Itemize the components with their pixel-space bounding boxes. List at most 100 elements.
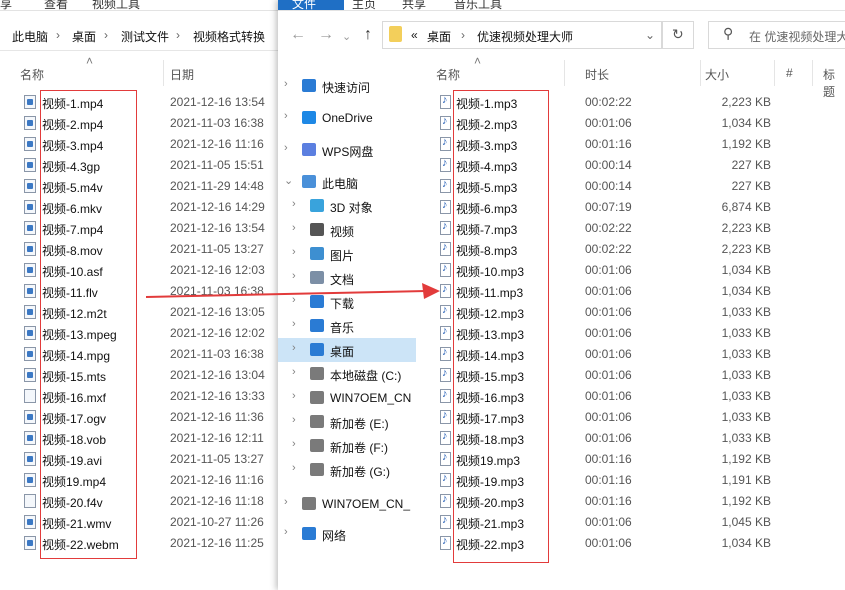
chevron-right-icon[interactable]: › xyxy=(284,526,288,538)
front-ribbon: 文件 主页 共享 音乐工具 xyxy=(278,0,845,11)
video-file-icon xyxy=(24,305,36,319)
chevron-right-icon[interactable]: › xyxy=(292,438,296,450)
address-overflow[interactable]: « xyxy=(411,28,418,42)
audio-file-icon xyxy=(440,346,451,361)
column-header-name[interactable]: 名称 xyxy=(20,66,44,83)
chevron-right-icon[interactable]: › xyxy=(284,142,288,154)
video-file-icon xyxy=(24,410,36,424)
chevron-right-icon[interactable]: › xyxy=(292,318,296,330)
nav-item[interactable]: › 新加卷 (E:) xyxy=(278,410,416,434)
address-item-desktop[interactable]: 桌面 xyxy=(427,28,451,45)
back-ribbon-tab-video-tools[interactable]: 视频工具 xyxy=(92,0,140,12)
chevron-right-icon[interactable]: › xyxy=(292,390,296,402)
address-item-folder[interactable]: 优速视频处理大师 xyxy=(477,28,573,45)
sort-up-icon: ˄ xyxy=(474,54,482,68)
audio-file-icon xyxy=(440,388,451,403)
forward-arrow-icon[interactable]: → xyxy=(318,26,334,44)
up-arrow-icon[interactable]: ↑ xyxy=(364,26,372,44)
file-length: 00:01:06 xyxy=(585,431,632,445)
file-length: 00:01:06 xyxy=(585,410,632,424)
ribbon-tab-music-tools[interactable]: 音乐工具 xyxy=(454,0,502,12)
column-header-size[interactable]: 大小 xyxy=(705,66,729,83)
ribbon-tab-home[interactable]: 主页 xyxy=(352,0,376,12)
nav-item[interactable]: › 桌面 xyxy=(278,338,416,362)
nav-item[interactable]: › 快速访问 xyxy=(278,74,416,98)
chevron-right-icon[interactable]: › xyxy=(292,366,296,378)
chevron-right-icon[interactable]: › xyxy=(284,496,288,508)
nav-item-label: WIN7OEM_CN xyxy=(330,391,412,405)
nav-item[interactable]: › 3D 对象 xyxy=(278,194,416,218)
column-header-number[interactable]: # xyxy=(786,66,793,80)
audio-file-icon xyxy=(440,94,451,109)
highlight-box-output xyxy=(453,90,549,563)
chevron-right-icon[interactable]: › xyxy=(292,342,296,354)
nav-item-label: 快速访问 xyxy=(322,81,371,95)
back-ribbon-tab-share[interactable]: 享 xyxy=(0,0,12,12)
file-length: 00:01:06 xyxy=(585,326,632,340)
breadcrumb-item-this-pc[interactable]: 此电脑 xyxy=(12,28,48,45)
nav-item[interactable]: ⌄ 此电脑 xyxy=(278,170,416,194)
file-date: 2021-11-05 13:27 xyxy=(170,242,264,256)
back-breadcrumb[interactable]: 此电脑 › 桌面 › 测试文件 › 视频格式转换 xyxy=(0,20,278,51)
file-date: 2021-12-16 12:11 xyxy=(170,431,264,445)
column-header-date[interactable]: 日期 xyxy=(170,66,194,83)
nav-item[interactable]: › WIN7OEM_CN xyxy=(278,386,416,410)
nav-item[interactable]: › WPS网盘 xyxy=(278,138,416,162)
chevron-right-icon: › xyxy=(461,28,465,42)
nav-item[interactable]: › OneDrive xyxy=(278,106,416,130)
ribbon-tab-file[interactable]: 文件 xyxy=(278,0,344,11)
breadcrumb-item-desktop[interactable]: 桌面 xyxy=(72,28,96,45)
file-size: 2,223 KB xyxy=(721,221,771,235)
column-header-name[interactable]: 名称 xyxy=(436,66,460,83)
nav-item-label: 桌面 xyxy=(330,345,355,359)
nav-item[interactable]: › WIN7OEM_CN_ xyxy=(278,492,416,516)
file-size: 1,033 KB xyxy=(721,305,771,319)
chevron-right-icon[interactable]: › xyxy=(292,414,296,426)
file-size: 1,034 KB xyxy=(721,116,771,130)
video-file-icon xyxy=(24,242,36,256)
ribbon-tab-share[interactable]: 共享 xyxy=(402,0,426,12)
file-size: 227 KB xyxy=(731,158,771,172)
file-date: 2021-12-16 11:16 xyxy=(170,137,264,151)
file-size: 1,034 KB xyxy=(721,536,771,550)
back-ribbon-tab-view[interactable]: 查看 xyxy=(44,0,68,12)
nav-item-label: 新加卷 (G:) xyxy=(330,465,390,479)
cloud-icon xyxy=(302,111,316,124)
desktop-icon xyxy=(310,343,324,356)
file-date: 2021-12-16 13:04 xyxy=(170,368,265,382)
file-length: 00:01:16 xyxy=(585,137,632,151)
chevron-right-icon[interactable]: › xyxy=(292,462,296,474)
back-arrow-icon[interactable]: ← xyxy=(290,26,306,44)
file-date: 2021-12-16 11:36 xyxy=(170,410,264,424)
chevron-right-icon[interactable]: › xyxy=(292,246,296,258)
cloud-icon xyxy=(302,143,316,156)
chevron-down-icon[interactable]: ⌄ xyxy=(645,28,655,42)
chevron-right-icon[interactable]: › xyxy=(292,222,296,234)
nav-item[interactable]: › 视频 xyxy=(278,218,416,242)
audio-file-icon xyxy=(440,325,451,340)
file-date: 2021-12-16 12:03 xyxy=(170,263,265,277)
chevron-right-icon[interactable]: › xyxy=(284,110,288,122)
highlight-box-source xyxy=(40,90,137,559)
file-length: 00:01:06 xyxy=(585,263,632,277)
drive-icon xyxy=(310,367,324,380)
nav-item[interactable]: › 音乐 xyxy=(278,314,416,338)
breadcrumb-item-video-convert[interactable]: 视频格式转换 xyxy=(193,28,265,45)
chevron-right-icon[interactable]: › xyxy=(284,78,288,90)
file-size: 1,192 KB xyxy=(721,452,771,466)
chevron-down-icon[interactable]: ⌄ xyxy=(342,30,351,43)
nav-item[interactable]: › 新加卷 (F:) xyxy=(278,434,416,458)
file-date: 2021-12-16 12:02 xyxy=(170,326,265,340)
chevron-right-icon[interactable]: › xyxy=(292,198,296,210)
breadcrumb-item-test-files[interactable]: 测试文件 xyxy=(121,28,169,45)
search-input[interactable]: ⚲ 在 优速视频处理大 xyxy=(708,21,845,49)
chevron-down-icon[interactable]: ⌄ xyxy=(284,174,293,187)
address-bar[interactable]: « 桌面 › 优速视频处理大师 ⌄ xyxy=(382,21,662,49)
file-length: 00:07:19 xyxy=(585,200,632,214)
nav-item[interactable]: › 本地磁盘 (C:) xyxy=(278,362,416,386)
refresh-button[interactable]: ↻ xyxy=(662,21,694,49)
column-header-length[interactable]: 时长 xyxy=(585,66,609,83)
nav-item[interactable]: › 新加卷 (G:) xyxy=(278,458,416,482)
nav-item[interactable]: › 网络 xyxy=(278,522,416,546)
nav-item[interactable]: › 图片 xyxy=(278,242,416,266)
